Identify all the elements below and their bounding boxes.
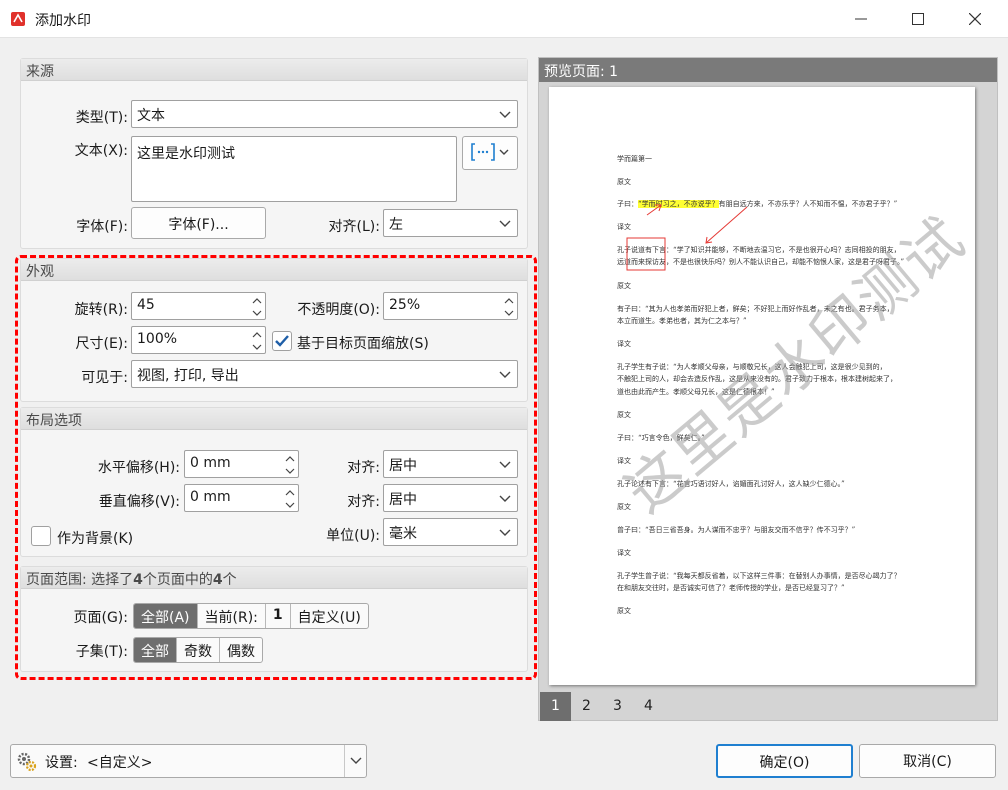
page-tab-4[interactable]: 4 <box>633 692 664 721</box>
h-offset-value: 0 mm <box>190 455 231 471</box>
h-align-select[interactable]: 居中 <box>383 450 518 478</box>
pages-segmented-control: 全部(A) 当前(R): 1 自定义(U) <box>133 603 369 629</box>
rotate-label: 旋转(R): <box>74 302 128 318</box>
preview-header: 预览页面: 1 <box>539 58 997 82</box>
app-logo-icon <box>10 11 26 27</box>
maximize-button[interactable] <box>891 0 945 38</box>
chevron-down-icon <box>350 757 362 764</box>
gear-icon <box>17 752 37 772</box>
settings-preset-select[interactable]: 设置: <自定义> <box>10 744 367 778</box>
page-range-header: 页面范围: 选择了4个页面中的4个 <box>21 567 527 589</box>
unit-select[interactable]: 毫米 <box>383 518 518 546</box>
v-offset-label: 垂直偏移(V): <box>98 494 180 510</box>
spinner-arrows-icon <box>252 298 262 316</box>
h-align-value: 居中 <box>389 458 417 474</box>
opacity-spinner[interactable]: 25% <box>383 292 518 320</box>
page-tabs: 1 2 3 4 <box>540 692 664 721</box>
watermark-text-input[interactable]: 这里是水印测试 <box>131 136 457 202</box>
scale-to-page-checkbox[interactable] <box>272 331 292 351</box>
appearance-header: 外观 <box>21 259 527 281</box>
page-tab-3[interactable]: 3 <box>602 692 633 721</box>
h-offset-spinner[interactable]: 0 mm <box>184 450 299 478</box>
source-header: 来源 <box>21 59 527 81</box>
h-offset-label: 水平偏移(H): <box>97 460 180 476</box>
insert-macro-button[interactable] <box>462 136 518 170</box>
align-select[interactable]: 左 <box>383 209 518 237</box>
size-spinner[interactable]: 100% <box>131 326 266 354</box>
align-value: 左 <box>389 217 403 233</box>
page-tab-1[interactable]: 1 <box>540 692 571 721</box>
type-select[interactable]: 文本 <box>131 100 518 128</box>
rotate-spinner[interactable]: 45 <box>131 292 266 320</box>
chevron-down-icon <box>499 220 511 227</box>
page-range-suffix: 个 <box>222 572 237 588</box>
chevron-down-icon <box>499 111 511 118</box>
chevron-down-icon <box>499 495 511 502</box>
spinner-arrows-icon <box>252 332 262 350</box>
chevron-down-icon <box>499 461 511 468</box>
v-offset-spinner[interactable]: 0 mm <box>184 484 299 512</box>
unit-label: 单位(U): <box>326 528 380 544</box>
align-label: 对齐(L): <box>328 219 380 235</box>
rotate-value: 45 <box>137 297 155 313</box>
page-tab-2[interactable]: 2 <box>571 692 602 721</box>
v-align-select[interactable]: 居中 <box>383 484 518 512</box>
background-checkbox[interactable] <box>31 526 51 546</box>
subset-odd-option[interactable]: 奇数 <box>177 638 220 662</box>
layout-header: 布局选项 <box>21 408 527 430</box>
subset-segmented-control: 全部 奇数 偶数 <box>133 637 263 663</box>
chevron-down-icon <box>499 529 511 536</box>
settings-label: 设置: <box>45 755 78 771</box>
font-label: 字体(F): <box>76 219 128 235</box>
size-label: 尺寸(E): <box>75 336 129 352</box>
visible-label: 可见于: <box>81 370 128 386</box>
chevron-down-icon <box>499 371 511 378</box>
unit-value: 毫米 <box>389 526 417 542</box>
spinner-arrows-icon <box>504 298 514 316</box>
macro-icon <box>471 143 509 161</box>
pages-current-value[interactable]: 1 <box>266 604 291 628</box>
opacity-value: 25% <box>389 297 421 313</box>
text-label: 文本(X): <box>74 143 128 159</box>
opacity-label: 不透明度(O): <box>297 302 380 318</box>
preview-page: 学而篇第一 原文 子曰：“学而时习之，不亦说乎？有朋自远方来，不亦乐乎？人不知而不愠… <box>549 87 975 685</box>
cancel-button[interactable]: 取消(C) <box>859 744 996 778</box>
settings-value: <自定义> <box>87 755 153 771</box>
minimize-button[interactable] <box>834 0 888 38</box>
pages-current-option[interactable]: 当前(R): <box>198 604 266 628</box>
pages-all-option[interactable]: 全部(A) <box>134 604 198 628</box>
type-value: 文本 <box>137 108 165 124</box>
page-range-count-total: 4 <box>212 572 223 588</box>
v-align-value: 居中 <box>389 492 417 508</box>
v-align-label: 对齐: <box>347 494 380 510</box>
subset-even-option[interactable]: 偶数 <box>220 638 262 662</box>
v-offset-value: 0 mm <box>190 489 231 505</box>
window-title: 添加水印 <box>35 13 91 29</box>
subset-label: 子集(T): <box>75 644 128 660</box>
h-align-label: 对齐: <box>347 460 380 476</box>
scale-to-page-label: 基于目标页面缩放(S) <box>297 336 429 352</box>
size-value: 100% <box>137 331 178 347</box>
pages-label: 页面(G): <box>73 610 129 626</box>
spinner-arrows-icon <box>285 456 295 474</box>
subset-all-option[interactable]: 全部 <box>134 638 177 662</box>
visible-value: 视图, 打印, 导出 <box>137 368 239 384</box>
checkmark-icon <box>275 335 289 347</box>
background-label: 作为背景(K) <box>57 531 134 547</box>
preview-panel: 预览页面: 1 学而篇第一 原文 子曰：“学而时习之，不亦说乎？有朋自远方来，不亦乐… <box>538 57 998 721</box>
font-button[interactable]: 字体(F)... <box>131 207 266 239</box>
settings-dropdown-toggle[interactable] <box>344 745 366 777</box>
title-bar: 添加水印 <box>0 0 1008 38</box>
close-button[interactable] <box>948 0 1002 38</box>
ok-button[interactable]: 确定(O) <box>716 744 853 778</box>
visible-select[interactable]: 视图, 打印, 导出 <box>131 360 518 388</box>
pages-custom-option[interactable]: 自定义(U) <box>291 604 368 628</box>
page-range-mid: 个页面中的 <box>142 572 213 588</box>
spinner-arrows-icon <box>285 490 295 508</box>
page-range-count-selected: 4 <box>133 572 143 588</box>
type-label: 类型(T): <box>75 110 128 126</box>
page-range-prefix: 页面范围: 选择了 <box>26 572 134 588</box>
